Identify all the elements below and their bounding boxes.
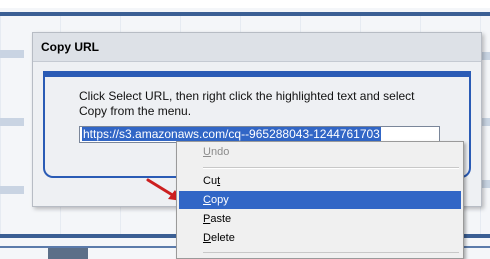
menu-item-undo[interactable]: Undo bbox=[179, 143, 461, 161]
menu-item-label: Cu bbox=[203, 175, 218, 187]
background-top-bar bbox=[0, 0, 490, 8]
menu-item-label: aste bbox=[210, 213, 232, 225]
menu-item-paste[interactable]: Paste bbox=[179, 210, 461, 228]
menu-item-accelerator: U bbox=[203, 146, 211, 158]
background-header-stripe bbox=[0, 12, 490, 16]
menu-item-delete[interactable]: Delete bbox=[179, 229, 461, 247]
menu-item-label: ndo bbox=[210, 146, 230, 158]
menu-item-label: opy bbox=[210, 194, 229, 206]
background-row-marker bbox=[0, 50, 24, 58]
menu-item-label: elete bbox=[210, 232, 235, 244]
menu-item-accelerator: t bbox=[217, 175, 221, 187]
menu-item-accelerator: C bbox=[203, 194, 211, 206]
background-bottom-tab bbox=[48, 248, 88, 259]
background-row-marker bbox=[0, 186, 24, 194]
background-row-marker bbox=[0, 118, 24, 126]
dialog-header: Copy URL bbox=[33, 33, 481, 62]
dialog-title: Copy URL bbox=[41, 40, 99, 54]
menu-item-cut[interactable]: Cut bbox=[179, 172, 461, 190]
menu-item-accelerator: D bbox=[203, 232, 211, 244]
url-selected-text[interactable]: https://s3.amazonaws.com/cq--965288043-1… bbox=[82, 127, 381, 141]
menu-item-copy[interactable]: Copy bbox=[179, 191, 461, 209]
menu-separator bbox=[203, 167, 459, 169]
instructions-text: Click Select URL, then right click the h… bbox=[79, 89, 415, 118]
menu-separator bbox=[203, 252, 459, 253]
context-menu: Undo Cut Copy Paste Delete bbox=[176, 141, 464, 259]
